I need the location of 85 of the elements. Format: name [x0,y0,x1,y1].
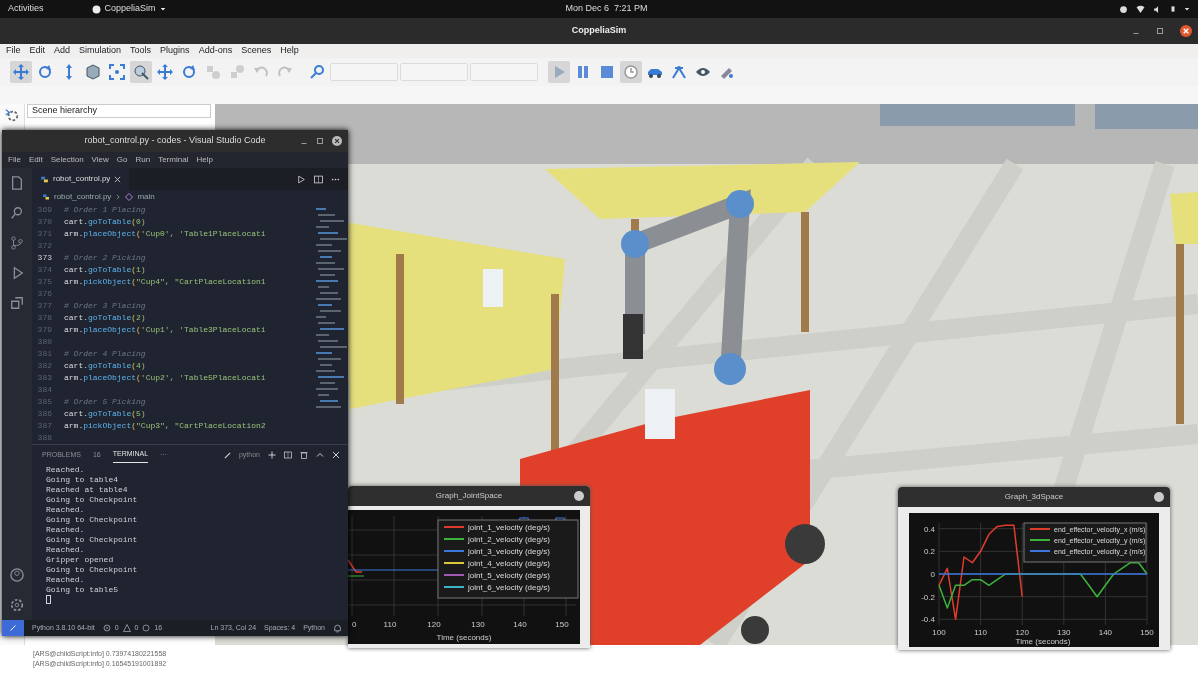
legend-label: joint_2_velocity (deg/s) [468,535,550,544]
terminal-line: Going to Checkpoint [46,495,139,505]
terminal-line: Reached at table4 [46,485,129,495]
window-title: robot_control.py - codes - Visual Studio Code [84,134,266,148]
terminal-line: Going to table4 [46,475,119,485]
terminal-line: Going to Checkpoint [46,535,139,545]
menu-item[interactable]: Edit [29,44,46,58]
axis-tick-label: 0 [930,570,935,579]
terminal-line: Reached. [46,545,86,555]
terminal-line: Reached. [46,525,86,535]
code-line: cart.goToTable(1) [64,264,146,276]
menu-item[interactable]: Tools [130,44,152,58]
axis-tick-label: 120 [1015,628,1029,637]
axis-tick-label: 0.4 [923,524,935,534]
code-line: arm.placeObject('Cup0', 'Table1PlaceLocati [64,228,266,240]
line-number: 382 [36,360,53,372]
menu-item[interactable]: Add-ons [198,44,233,58]
menu-item[interactable]: Scenes [241,44,272,58]
code-line: # Order 3 Placing [64,300,146,312]
axis-tick-label: -0.4 [921,615,935,625]
legend-label: joint_4_velocity (deg/s) [468,559,550,568]
terminal-line: Reached. [46,505,86,515]
code-line: cart.goToTable(4) [64,360,146,372]
terminal-line: Going to table5 [46,585,119,595]
axis-tick-label: 140 [1098,628,1113,637]
menu-item[interactable]: Run [135,154,151,166]
terminal-line: Going to Checkpoint [46,565,139,575]
axis-tick-label: 120 [427,620,441,629]
menu-item[interactable]: Terminal [158,154,189,166]
menu-item[interactable]: Plugins [160,44,190,58]
terminal-line: Reached. [46,575,86,585]
axis-tick-label: 100 [932,628,946,637]
panel-title: Scene hierarchy [32,104,98,118]
axis-tick-label: 130 [1057,628,1071,637]
axis-tick-label: 0 [352,620,357,629]
terminal-line: Going to Checkpoint [46,515,139,525]
menu-item[interactable]: Help [196,154,213,166]
terminal-line: Reached. [46,465,86,475]
editor-tab[interactable]: robot_control.py [32,168,130,190]
legend-label: joint_6_velocity (deg/s) [468,583,550,592]
code-line: # Order 2 Picking [64,252,146,264]
app-menu[interactable]: CoppeliaSim [104,2,156,16]
menu-item[interactable]: Help [280,44,299,58]
breadcrumb-item[interactable]: main [137,191,155,203]
terminal-line: Gripper opened [46,555,115,565]
code-line: cart.goToTable(0) [64,216,146,228]
legend-label: joint_1_velocity (deg/s) [468,523,550,532]
axis-tick-label: 110 [974,628,987,637]
axis-tick-label: 110 [383,620,397,629]
code-line: arm.pickObject("Cup4", "CartPlaceLocation1 [64,276,266,288]
menu-item[interactable]: File [6,44,21,58]
line-number: 372 [36,240,53,252]
axis-label: Time (seconds) [1015,637,1071,646]
code-line: arm.placeObject('Cup1', 'Table3PlaceLocati [64,324,266,336]
axis-label: Time (seconds) [436,633,492,642]
axis-tick-label: 130 [471,620,485,629]
window-title: Graph_JointSpace [435,490,503,502]
code-line: # Order 1 Placing [64,204,146,216]
line-number: 373 [36,252,53,264]
menu-item[interactable]: Selection [50,154,84,166]
axis-tick-label: 0.2 [923,547,935,557]
tab-label: robot_control.py [53,173,111,185]
clock[interactable]: Mon Dec 6 7:21 PM [565,2,648,16]
code-line: cart.goToTable(2) [64,312,146,324]
legend-label: joint_5_velocity (deg/s) [468,571,550,580]
axis-tick-label: -0.2 [921,592,935,602]
menu-item[interactable]: Edit [28,154,43,166]
code-line: # Order 5 Picking [64,396,146,408]
menu-item[interactable]: Add [54,44,71,58]
axis-tick-label: 140 [513,620,527,629]
breadcrumb-item[interactable]: robot_control.py [54,191,112,203]
axis-tick-label: 150 [1140,628,1154,637]
legend-label: joint_3_velocity (deg/s) [468,547,550,556]
axis-tick-label: 150 [555,620,569,629]
code-line: cart.goToTable(5) [64,408,146,420]
window-title: Graph_3dSpace [1004,491,1064,503]
menu-item[interactable]: Go [116,154,128,166]
code-line: arm.placeObject('Cup2', 'Table5PlaceLocati [64,372,266,384]
menu-item[interactable]: Simulation [79,44,122,58]
menu-item[interactable]: File [8,154,21,166]
activities-button[interactable]: Activities [8,2,44,16]
code-line: arm.pickObject("Cup3", "CartPlaceLocation2 [64,420,266,432]
window-title: CoppeliaSim [571,24,627,38]
code-line: # Order 4 Placing [64,348,146,360]
menu-item[interactable]: View [91,154,109,166]
